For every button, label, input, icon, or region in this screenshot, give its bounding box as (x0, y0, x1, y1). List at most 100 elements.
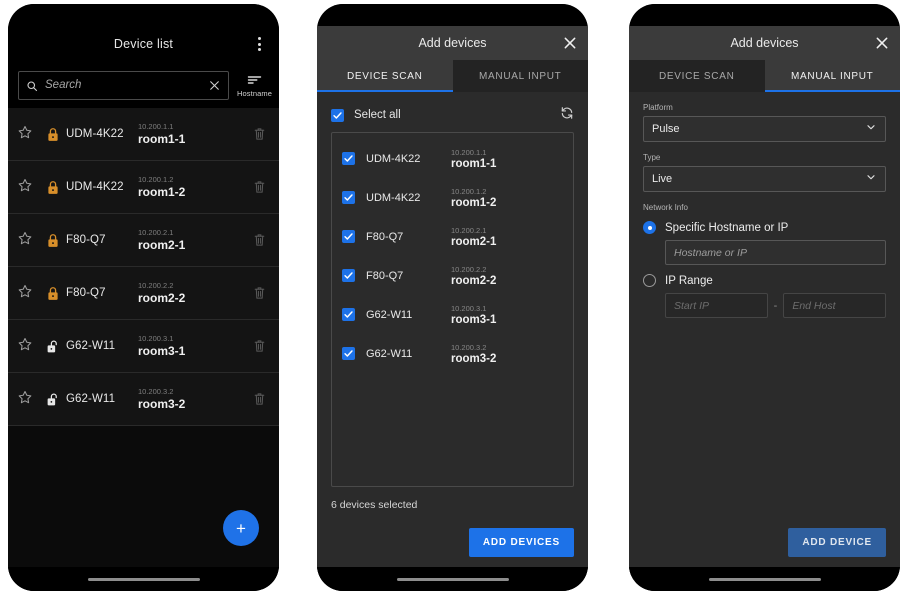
refresh-icon[interactable] (560, 106, 574, 125)
screenshot-stage: Device list Search Hostname UDM-4K22 10.… (0, 0, 903, 595)
device-model: G62-W11 (366, 308, 413, 321)
ip-range-radio[interactable] (643, 274, 656, 287)
device-ip: 10.200.2.2 (451, 264, 487, 274)
delete-device-icon[interactable] (239, 127, 279, 141)
sort-hostname-button[interactable]: Hostname (237, 72, 272, 98)
start-ip-input[interactable] (665, 293, 768, 318)
add-devices-dialog: Add devices DEVICE SCAN MANUAL INPUT Sel… (317, 26, 588, 591)
device-row[interactable]: G62-W11 10.200.3.2 room3-2 (8, 373, 279, 426)
tab-device-scan[interactable]: DEVICE SCAN (317, 60, 453, 92)
device-room: room3-2 (451, 352, 497, 365)
selection-count-status: 6 devices selected (331, 499, 418, 511)
scanned-devices-list[interactable]: UDM-4K22 10.200.1.1 room1-1 UDM-4K22 10.200.… (331, 132, 574, 487)
lock-closed-icon[interactable] (40, 286, 66, 301)
favorite-star-icon[interactable] (18, 125, 40, 144)
device-room: room3-2 (138, 397, 186, 411)
home-indicator (708, 577, 821, 581)
delete-device-icon[interactable] (239, 233, 279, 247)
dialog-footer: ADD DEVICES (331, 528, 574, 557)
device-row[interactable]: UDM-4K22 10.200.1.1 room1-1 (8, 108, 279, 161)
device-ip: 10.200.2.2 (138, 281, 174, 290)
device-model: UDM-4K22 (366, 152, 421, 165)
platform-select[interactable]: Pulse (643, 116, 886, 142)
select-all-row[interactable]: Select all (331, 98, 574, 132)
add-devices-button[interactable]: ADD DEVICES (468, 528, 574, 557)
phone2-screen: Add devices DEVICE SCAN MANUAL INPUT Sel… (317, 4, 588, 591)
tab-manual-input[interactable]: MANUAL INPUT (452, 60, 588, 92)
device-ip: 10.200.1.1 (451, 147, 487, 157)
specific-host-label: Specific Hostname or IP (665, 221, 789, 234)
scanned-device-row[interactable]: G62-W11 10.200.3.2 room3-2 (332, 334, 573, 373)
lock-open-icon[interactable] (40, 339, 66, 354)
device-room: room2-2 (138, 291, 186, 305)
device-ip: 10.200.2.1 (451, 225, 487, 235)
device-network: 10.200.1.2 room1-2 (451, 187, 563, 209)
device-checkbox[interactable] (342, 269, 355, 282)
search-input[interactable] (45, 79, 201, 91)
scanned-device-row[interactable]: G62-W11 10.200.3.1 room3-1 (332, 295, 573, 334)
platform-value: Pulse (652, 123, 680, 135)
delete-device-icon[interactable] (239, 339, 279, 353)
device-row[interactable]: G62-W11 10.200.3.1 room3-1 (8, 320, 279, 373)
status-bar-spacer (629, 4, 900, 26)
specific-host-radio[interactable] (643, 221, 656, 234)
close-icon[interactable] (874, 35, 890, 51)
hostname-or-ip-input[interactable] (665, 240, 886, 265)
search-toolbar: Hostname Favorites (8, 62, 279, 108)
device-row[interactable]: F80-Q7 10.200.2.2 room2-2 (8, 267, 279, 320)
specific-host-option[interactable]: Specific Hostname or IP (643, 221, 886, 234)
close-icon[interactable] (562, 35, 578, 51)
phone-add-devices-manual: Add devices DEVICE SCAN MANUAL INPUT Pla… (629, 4, 900, 591)
lock-closed-icon[interactable] (40, 127, 66, 142)
lock-closed-icon[interactable] (40, 233, 66, 248)
phone-device-list: Device list Search Hostname UDM-4K22 10.… (8, 4, 279, 591)
delete-device-icon[interactable] (239, 392, 279, 406)
device-ip: 10.200.1.2 (451, 186, 487, 196)
device-network: 10.200.1.2 room1-2 (138, 175, 239, 199)
select-all-checkbox[interactable] (331, 108, 344, 122)
type-select[interactable]: Live (643, 166, 886, 192)
favorite-star-icon[interactable] (18, 390, 40, 409)
clear-search-icon[interactable] (208, 79, 221, 92)
favorite-star-icon[interactable] (18, 231, 40, 250)
device-network: 10.200.2.2 room2-2 (138, 281, 239, 305)
delete-device-icon[interactable] (239, 286, 279, 300)
add-device-fab[interactable]: + (223, 510, 259, 546)
device-model: G62-W11 (66, 340, 116, 352)
dialog-header: Add devices (317, 26, 588, 60)
device-row[interactable]: F80-Q7 10.200.2.1 room2-1 (8, 214, 279, 267)
device-checkbox[interactable] (342, 347, 355, 360)
device-ip: 10.200.3.1 (451, 303, 487, 313)
gesture-bar-area (629, 567, 900, 591)
ip-range-option[interactable]: IP Range (643, 274, 886, 287)
scanned-device-row[interactable]: F80-Q7 10.200.2.1 room2-1 (332, 217, 573, 256)
favorite-star-icon[interactable] (18, 178, 40, 197)
tab-device-scan[interactable]: DEVICE SCAN (629, 60, 765, 92)
device-checkbox[interactable] (342, 230, 355, 243)
device-network: 10.200.2.1 room2-1 (138, 228, 239, 252)
delete-device-icon[interactable] (239, 180, 279, 194)
kebab-menu-icon[interactable] (252, 35, 266, 53)
search-box[interactable] (18, 70, 229, 100)
lock-open-icon[interactable] (40, 392, 66, 407)
end-host-input[interactable] (783, 293, 886, 318)
scanned-device-row[interactable]: F80-Q7 10.200.2.2 room2-2 (332, 256, 573, 295)
device-checkbox[interactable] (342, 308, 355, 321)
device-checkbox[interactable] (342, 191, 355, 204)
add-device-button[interactable]: ADD DEVICE (788, 528, 886, 557)
favorite-star-icon[interactable] (18, 337, 40, 356)
scanned-device-row[interactable]: UDM-4K22 10.200.1.1 room1-1 (332, 139, 573, 178)
device-room: room2-1 (451, 235, 497, 248)
device-room: room2-2 (451, 274, 497, 287)
device-room: room3-1 (138, 344, 186, 358)
device-network: 10.200.3.2 room3-2 (138, 387, 239, 411)
tab-manual-input[interactable]: MANUAL INPUT (764, 60, 900, 92)
scanned-device-row[interactable]: UDM-4K22 10.200.1.2 room1-2 (332, 178, 573, 217)
dialog-title: Add devices (730, 36, 799, 50)
device-ip: 10.200.2.1 (138, 228, 174, 237)
device-row[interactable]: UDM-4K22 10.200.1.2 room1-2 (8, 161, 279, 214)
device-checkbox[interactable] (342, 152, 355, 165)
device-network: 10.200.1.1 room1-1 (451, 148, 563, 170)
favorite-star-icon[interactable] (18, 284, 40, 303)
lock-closed-icon[interactable] (40, 180, 66, 195)
